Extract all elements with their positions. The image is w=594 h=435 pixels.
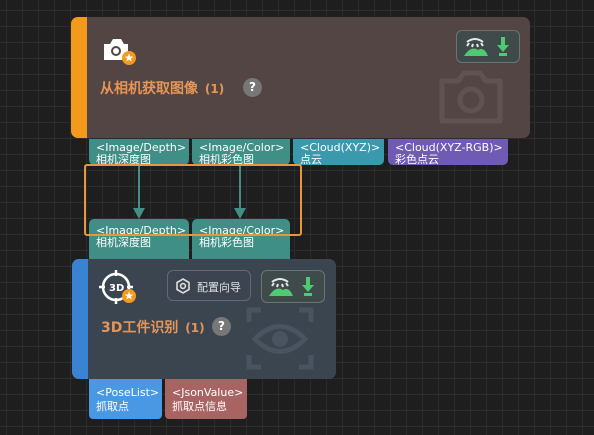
view-output-icon — [269, 278, 293, 296]
node-title: 3D工件识别 (1) — [101, 317, 205, 337]
config-wizard-button[interactable]: 配置向导 — [167, 270, 251, 301]
port-label: 抓取点 — [96, 400, 129, 413]
node-accent-bar — [72, 259, 88, 379]
port-label: 相机深度图 — [96, 236, 151, 249]
3d-target-icon: 3D — [99, 270, 136, 304]
output-port-jsonvalue[interactable]: <JsonValue> 抓取点信息 — [165, 379, 247, 419]
help-button[interactable]: ? — [212, 317, 231, 336]
output-port-poselist[interactable]: <PoseList> 抓取点 — [89, 379, 162, 419]
port-label: 抓取点信息 — [172, 400, 227, 413]
port-type: <JsonValue> — [172, 386, 244, 399]
download-arrow-icon — [302, 277, 314, 296]
node-title-text: 3D工件识别 — [101, 320, 179, 336]
visualize-toggle[interactable] — [261, 270, 325, 303]
eye-watermark-icon — [246, 307, 314, 370]
selection-box — [84, 164, 302, 236]
port-type: <PoseList> — [96, 386, 160, 399]
node-count: (1) — [185, 321, 205, 335]
port-label: 相机彩色图 — [199, 236, 254, 249]
svg-text:3D: 3D — [109, 283, 124, 294]
button-label: 配置向导 — [197, 281, 241, 294]
settings-hex-icon — [176, 278, 190, 294]
